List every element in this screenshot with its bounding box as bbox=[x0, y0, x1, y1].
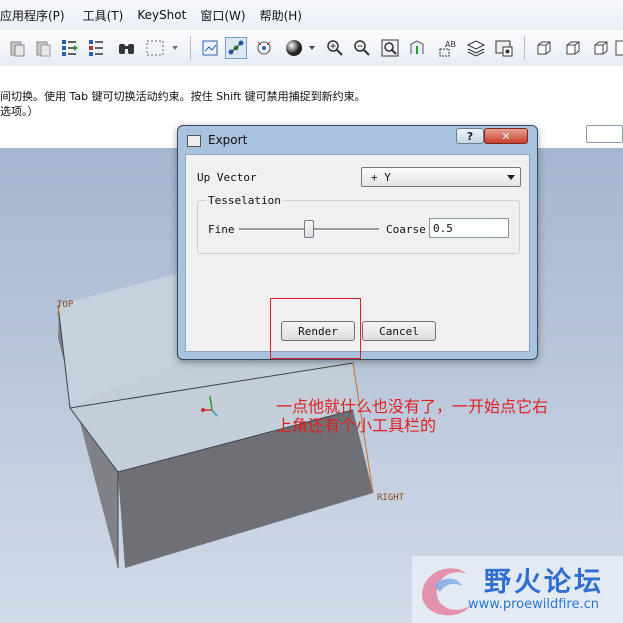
watermark-url: www.proewildfire.cn bbox=[468, 597, 599, 612]
tesselation-slider-thumb[interactable] bbox=[304, 220, 314, 238]
coarse-label: Coarse bbox=[386, 223, 426, 236]
cancel-button[interactable]: Cancel bbox=[362, 321, 436, 341]
layers-icon[interactable] bbox=[465, 37, 487, 59]
filter-input[interactable] bbox=[586, 125, 623, 143]
regenerate-icon[interactable] bbox=[59, 37, 81, 59]
menu-tools[interactable]: 工具(T) bbox=[76, 7, 131, 24]
zoom-out-icon[interactable] bbox=[351, 37, 373, 59]
datum-label-right: RIGHT bbox=[377, 493, 405, 503]
toolbar-separator bbox=[190, 36, 191, 60]
menu-help[interactable]: 帮助(H) bbox=[253, 7, 309, 24]
main-toolbar: AB bbox=[0, 30, 623, 67]
hint-line-1: 间切换。使用 Tab 键可切换活动约束。按住 Shift 键可禁用捕捉到新约束。 bbox=[0, 90, 366, 103]
coarse-value-input[interactable]: 0.5 bbox=[429, 218, 509, 238]
tesselation-label: Tesselation bbox=[206, 194, 283, 207]
menu-bar: 应用程序(P) 工具(T) KeyShot 窗口(W) 帮助(H) bbox=[0, 0, 623, 30]
dialog-app-icon bbox=[187, 135, 201, 147]
fine-label: Fine bbox=[208, 223, 235, 236]
paste-icon[interactable] bbox=[6, 37, 28, 59]
message-area: 间切换。使用 Tab 键可切换活动约束。按住 Shift 键可禁用捕捉到新约束。… bbox=[0, 66, 623, 124]
close-button[interactable]: ✕ bbox=[484, 128, 528, 144]
find-icon[interactable] bbox=[116, 37, 138, 59]
menu-applications[interactable]: 应用程序(P) bbox=[0, 7, 72, 24]
paste-special-icon[interactable] bbox=[32, 37, 54, 59]
up-vector-select[interactable]: + Y bbox=[361, 167, 521, 187]
forum-watermark: 野火论坛 www.proewildfire.cn bbox=[412, 556, 623, 623]
view-panel-icon[interactable] bbox=[614, 37, 623, 59]
coarse-value: 0.5 bbox=[433, 222, 453, 235]
menu-window[interactable]: 窗口(W) bbox=[193, 7, 252, 24]
up-vector-value: + Y bbox=[371, 171, 391, 184]
saved-view-icon[interactable] bbox=[533, 37, 555, 59]
shading-icon[interactable] bbox=[282, 37, 318, 59]
annotation-line-2: 上角还有个小工具栏的 bbox=[276, 416, 437, 435]
datum-label-top: TOP bbox=[57, 300, 74, 310]
watermark-title: 野火论坛 bbox=[484, 567, 604, 598]
view-cube-icon[interactable] bbox=[562, 37, 584, 59]
orient-icon[interactable] bbox=[406, 37, 428, 59]
toolbar-separator bbox=[524, 36, 525, 60]
refit-icon[interactable] bbox=[199, 37, 221, 59]
annotation-line-1: 一点他就什么也没有了，一开始点它右 bbox=[276, 397, 549, 416]
hint-line-2: 选项。） bbox=[0, 105, 39, 118]
dialog-title: Export bbox=[208, 133, 248, 147]
highlight-box bbox=[270, 298, 361, 359]
svg-text:AB: AB bbox=[445, 40, 456, 49]
forum-logo-icon bbox=[422, 568, 472, 616]
select-box-icon[interactable] bbox=[143, 37, 181, 59]
view-iso-icon[interactable] bbox=[590, 37, 612, 59]
datum-display-icon[interactable] bbox=[225, 37, 247, 59]
zoom-in-icon[interactable] bbox=[324, 37, 346, 59]
annotation-icon[interactable]: AB bbox=[436, 37, 462, 59]
up-vector-label: Up Vector bbox=[197, 171, 257, 184]
zoom-fit-icon[interactable] bbox=[379, 37, 401, 59]
spin-center-icon[interactable] bbox=[253, 37, 275, 59]
regenerate-manager-icon[interactable] bbox=[86, 37, 108, 59]
view-manager-icon[interactable] bbox=[493, 37, 515, 59]
menu-keyshot[interactable]: KeyShot bbox=[130, 8, 193, 22]
chevron-down-icon bbox=[507, 175, 515, 180]
help-button[interactable]: ? bbox=[456, 128, 484, 144]
